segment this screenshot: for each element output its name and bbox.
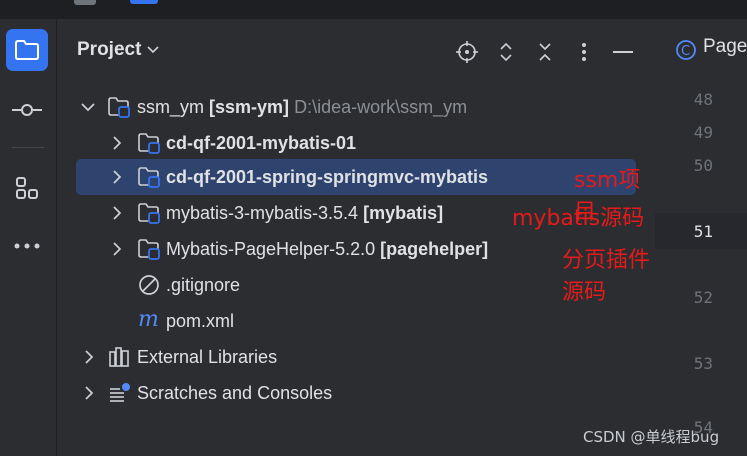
tree-row-spring-springmvc-mybatis[interactable]: cd-qf-2001-spring-springmvc-mybatis bbox=[57, 161, 655, 193]
project-panel-title-label: Project bbox=[77, 39, 142, 60]
tree-item-label: Mybatis-PageHelper-5.2.0 [pagehelper] bbox=[166, 239, 488, 260]
tree-root-module: [ssm-ym] bbox=[209, 96, 290, 117]
tree-root-label: ssm_ym [ssm-ym] D:\idea-work\ssm_ym bbox=[137, 97, 467, 118]
svg-text:m: m bbox=[138, 307, 159, 331]
structure-tool-button[interactable] bbox=[6, 167, 48, 209]
chevron-right-icon[interactable] bbox=[82, 350, 96, 364]
svg-text:C: C bbox=[681, 44, 690, 59]
scratches-icon bbox=[108, 381, 132, 405]
line-number: 50 bbox=[693, 156, 713, 175]
chevron-down-icon bbox=[147, 46, 159, 54]
class-icon: C bbox=[676, 40, 696, 60]
library-icon bbox=[108, 345, 132, 369]
chevron-right-icon[interactable] bbox=[110, 242, 124, 256]
hide-icon[interactable] bbox=[611, 40, 635, 64]
options-icon[interactable] bbox=[572, 40, 596, 64]
tree-row-external-libraries[interactable]: External Libraries bbox=[57, 341, 655, 373]
locate-icon[interactable] bbox=[455, 40, 479, 64]
watermark: CSDN @单线程bug bbox=[583, 428, 720, 446]
structure-icon bbox=[16, 177, 38, 199]
ignored-file-icon bbox=[137, 273, 161, 297]
module-folder-icon bbox=[137, 165, 161, 189]
editor-area: C Page 48 49 50 51 52 53 54 bbox=[655, 19, 747, 456]
title-bar bbox=[0, 0, 747, 19]
project-panel: Project ssm_ym [ssm-ym] D:\idea-work\ssm… bbox=[57, 19, 655, 456]
tree-item-label: External Libraries bbox=[137, 346, 278, 367]
tree-item-name: Mybatis-PageHelper-5.2.0 bbox=[166, 238, 376, 259]
tree-item-label: .gitignore bbox=[166, 274, 241, 295]
tree-root-name: ssm_ym bbox=[137, 96, 204, 117]
line-number: 49 bbox=[693, 123, 713, 142]
expand-all-icon[interactable] bbox=[494, 40, 518, 64]
tree-item-module: [mybatis] bbox=[363, 202, 444, 223]
line-number-current: 51 bbox=[693, 222, 713, 241]
tree-row-pom[interactable]: m pom.xml bbox=[57, 305, 655, 337]
title-bar-project-badge bbox=[130, 0, 158, 4]
tree-item-name: mybatis-3-mybatis-3.5.4 bbox=[166, 202, 359, 223]
editor-tab-label: Page bbox=[703, 36, 747, 57]
chevron-right-icon[interactable] bbox=[110, 170, 124, 184]
line-number: 48 bbox=[693, 90, 713, 109]
commit-tool-button[interactable] bbox=[6, 89, 48, 131]
line-number: 52 bbox=[693, 288, 713, 307]
more-tools-button[interactable] bbox=[6, 225, 48, 267]
tree-item-module: [pagehelper] bbox=[380, 238, 489, 259]
tree-item-label: mybatis-3-mybatis-3.5.4 [mybatis] bbox=[166, 203, 443, 224]
more-horizontal-icon bbox=[14, 243, 40, 249]
tree-row-scratches[interactable]: Scratches and Consoles bbox=[57, 377, 655, 409]
project-tool-button[interactable] bbox=[6, 29, 48, 71]
tree-row-mybatis-01[interactable]: cd-qf-2001-mybatis-01 bbox=[57, 127, 655, 159]
tree-item-label: cd-qf-2001-spring-springmvc-mybatis bbox=[166, 166, 489, 187]
title-bar-icon bbox=[74, 0, 96, 5]
chevron-right-icon[interactable] bbox=[82, 386, 96, 400]
project-panel-title[interactable]: Project bbox=[77, 39, 159, 61]
chevron-down-icon[interactable] bbox=[81, 100, 95, 114]
chevron-right-icon[interactable] bbox=[110, 206, 124, 220]
tool-window-bar bbox=[0, 19, 57, 456]
annotation-mybatis: mybatis源码 bbox=[512, 206, 645, 231]
tree-row-root[interactable]: ssm_ym [ssm-ym] D:\idea-work\ssm_ym bbox=[57, 91, 655, 123]
folder-icon bbox=[15, 40, 39, 60]
tree-item-label: cd-qf-2001-mybatis-01 bbox=[166, 132, 357, 153]
tree-root-path: D:\idea-work\ssm_ym bbox=[294, 96, 468, 117]
line-number: 53 bbox=[693, 354, 713, 373]
commit-icon bbox=[12, 104, 42, 116]
tool-separator bbox=[12, 147, 44, 148]
editor-tab[interactable]: C Page bbox=[655, 19, 747, 82]
tree-item-label: Scratches and Consoles bbox=[137, 382, 333, 403]
module-folder-icon bbox=[107, 95, 131, 119]
module-folder-icon bbox=[137, 131, 161, 155]
collapse-all-icon[interactable] bbox=[533, 40, 557, 64]
module-folder-icon bbox=[137, 201, 161, 225]
module-folder-icon bbox=[137, 237, 161, 261]
chevron-right-icon[interactable] bbox=[110, 136, 124, 150]
maven-file-icon: m bbox=[137, 307, 161, 332]
line-number-gutter: 48 49 50 51 52 53 54 bbox=[655, 79, 747, 456]
tree-item-label: pom.xml bbox=[166, 310, 235, 331]
annotation-pagehelper: 分页插件源码 bbox=[562, 248, 651, 305]
